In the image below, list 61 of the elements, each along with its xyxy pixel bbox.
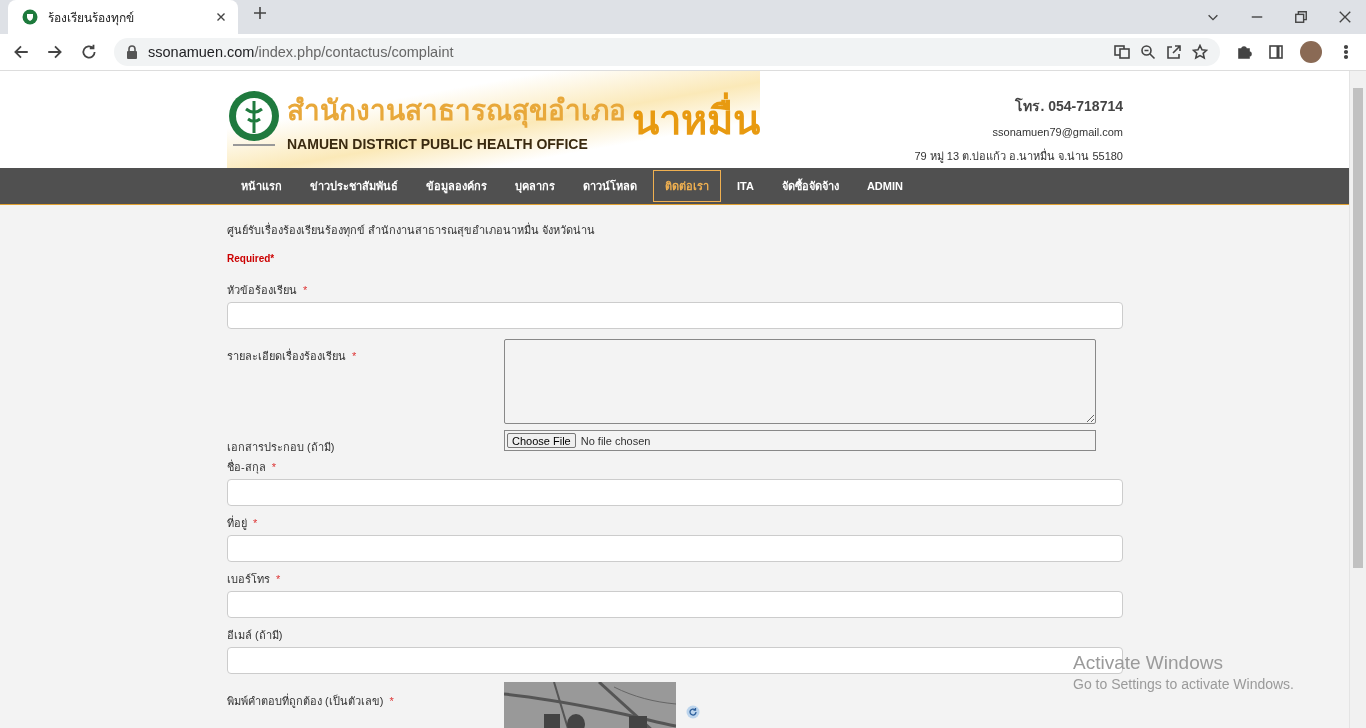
reload-icon[interactable] [80,43,98,61]
form-title: ศูนย์รับเรื่องร้องเรียนร้องทุกข์ สำนักงานสาธารณสุขอำเภอนาหมื่น จังหวัดน่าน [227,223,597,237]
side-panel-icon[interactable] [1268,44,1284,60]
input-field[interactable] [227,479,1123,506]
email-address: ssonamuen79@gmail.com [992,126,1123,138]
required-mark: * [303,284,308,296]
puzzle-icon[interactable] [1236,44,1252,60]
close-icon[interactable] [1338,10,1352,24]
translate-icon[interactable] [1114,44,1130,60]
activation-text: Go to Settings to activate Windows. [1073,676,1294,692]
shield-icon [22,9,38,25]
avatar[interactable] [1300,41,1322,63]
required-mark: * [352,350,357,362]
file-field[interactable]: Choose File No file chosen [504,430,1096,451]
nav-link[interactable]: ADMIN [854,173,915,199]
input-field[interactable] [227,302,1123,329]
share-icon[interactable] [1166,44,1182,60]
required-mark: * [389,695,394,707]
field-label: อีเมล์ (ถ้ามี) [227,629,283,641]
nav-link[interactable]: บุคลากร [503,170,567,202]
field-label: เอกสารประกอบ (ถ้ามี) [227,441,335,453]
nav-link[interactable]: ดาวน์โหลด [571,170,649,202]
back-icon[interactable] [12,43,30,61]
star-icon[interactable] [1192,44,1208,60]
activation-title: Activate Windows [1073,652,1224,674]
logo-subtitle: NAMUEN DISTRICT PUBLIC HEALTH OFFICE [287,135,589,152]
field-label: หัวข้อร้องเรียน [227,284,297,296]
required-mark: * [271,461,276,473]
zoom-out-icon[interactable] [1140,44,1156,60]
field-label: พิมพ์คำตอบที่ถูกต้อง (เป็นตัวเลข) [227,695,384,707]
tab-title: ร้องเรียนร้องทุกข์ [48,9,135,27]
field-label: ชื่อ-สกุล [227,461,266,473]
input-field[interactable] [227,591,1123,618]
logo-place: นาหมื่น [632,89,760,150]
choose-file-button[interactable]: Choose File [507,433,576,448]
browser-tab[interactable]: ร้องเรียนร้องทุกข์ [8,0,238,34]
textarea-field[interactable] [504,339,1096,424]
field-label: เบอร์โทร [227,573,270,585]
required-mark: * [276,573,281,585]
postal-address: 79 หมู่ 13 ต.บ่อแก้ว อ.นาหมื่น จ.น่าน 55180 [914,147,1123,165]
logo-title: สำนักงานสาธารณสุขอำเภอ [287,93,626,130]
nav-link[interactable]: ข้อมูลองค์กร [414,170,499,202]
required-mark: * [253,517,258,529]
file-status: No file chosen [580,433,651,448]
phone-number: โทร. 054-718714 [1015,96,1123,116]
forward-icon[interactable] [46,43,64,61]
logo-banner[interactable]: สำนักงานสาธารณสุขอำเภอ NAMUEN DISTRICT PUBLIC HEALTH OFFICE นาหมื่น [227,71,760,168]
field-label: รายละเอียดเรื่องร้องเรียน [227,350,346,362]
lock-icon [126,45,138,59]
required-note: Required* [227,252,276,266]
nav-link[interactable]: ติดต่อเรา [653,170,721,202]
field-label: ที่อยู่ [227,517,247,529]
nav-link[interactable]: ITA [725,173,766,199]
nav-link[interactable]: ข่าวประชาสัมพันธ์ [298,170,410,202]
nav-link[interactable]: จัดซื้อจัดจ้าง [769,170,851,202]
plus-icon[interactable] [252,5,268,21]
restore-icon[interactable] [1294,10,1308,24]
input-field[interactable] [227,535,1123,562]
nav-link[interactable]: หน้าแรก [229,170,294,202]
refresh-icon[interactable] [686,705,700,719]
scrollbar[interactable] [1349,71,1366,728]
